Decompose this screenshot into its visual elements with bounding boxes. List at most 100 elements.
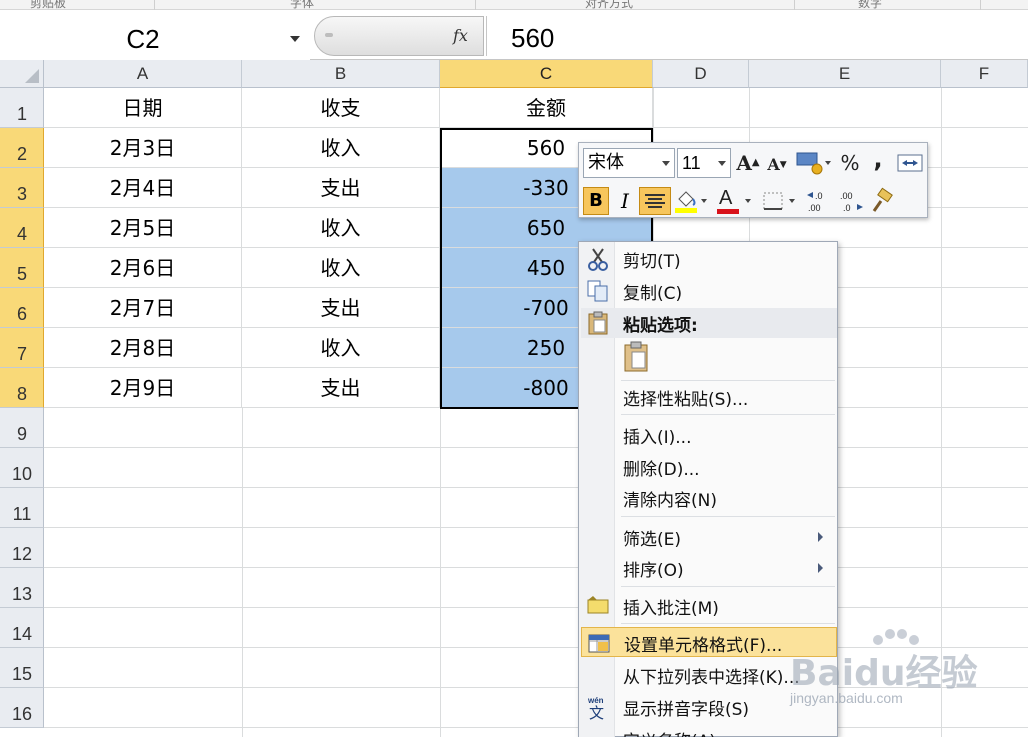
cell-b3[interactable]: 支出 <box>242 168 440 208</box>
submenu-arrow-icon <box>818 532 823 542</box>
menu-item-show-phonetic[interactable]: wén 文 显示拼音字段(S) <box>581 692 837 722</box>
row-header-10[interactable]: 10 <box>0 448 44 488</box>
paste-option-button[interactable] <box>619 340 655 376</box>
menu-item-label: 复制(C) <box>623 284 683 304</box>
shrink-arrow-icon: ▼ <box>779 160 787 170</box>
row-header-11[interactable]: 11 <box>0 488 44 528</box>
row-header-16[interactable]: 16 <box>0 688 44 728</box>
row-header-7[interactable]: 7 <box>0 328 44 368</box>
cell-a4[interactable]: 2月5日 <box>44 208 242 248</box>
percent-style-button[interactable]: % <box>839 149 861 177</box>
insert-function-icon[interactable]: fx <box>453 26 468 45</box>
column-header-f[interactable]: F <box>941 60 1028 88</box>
name-box-dropdown-icon[interactable] <box>290 36 300 42</box>
cell-a3[interactable]: 2月4日 <box>44 168 242 208</box>
font-size-select[interactable]: 11 <box>677 148 731 178</box>
menu-item-paste-special[interactable]: 选择性粘贴(S)... <box>581 382 837 412</box>
cell-a6[interactable]: 2月7日 <box>44 288 242 328</box>
cell-a2[interactable]: 2月3日 <box>44 128 242 168</box>
format-painter-icon <box>872 187 893 212</box>
menu-item-insert[interactable]: 插入(I)... <box>581 420 837 450</box>
column-header-a[interactable]: A <box>44 60 242 88</box>
accounting-format-icon <box>796 152 831 175</box>
borders-icon <box>763 192 795 210</box>
row-header-13[interactable]: 13 <box>0 568 44 608</box>
format-painter-button[interactable] <box>869 187 895 215</box>
menu-item-filter[interactable]: 筛选(E) <box>581 522 837 552</box>
menu-item-define-name[interactable]: 定义名称(A)... <box>581 724 837 737</box>
menu-item-label: 插入批注(M) <box>623 599 719 619</box>
menu-item-copy[interactable]: 复制(C) <box>581 276 837 306</box>
row-header-14[interactable]: 14 <box>0 608 44 648</box>
menu-item-format-cells[interactable]: 设置单元格格式(F)... <box>581 627 837 657</box>
cell-b1[interactable]: 收支 <box>242 88 440 128</box>
menu-item-clear-contents[interactable]: 清除内容(N) <box>581 483 837 513</box>
row-header-12[interactable]: 12 <box>0 528 44 568</box>
shrink-font-button[interactable]: A▼ <box>765 151 789 179</box>
menu-item-label: 清除内容(N) <box>623 491 717 511</box>
svg-text:.00: .00 <box>808 203 821 213</box>
menu-item-label: 设置单元格格式(F)... <box>624 636 783 656</box>
cell-a1[interactable]: 日期 <box>44 88 242 128</box>
scissors-icon <box>588 248 608 271</box>
merge-center-icon <box>897 154 923 172</box>
column-header-d[interactable]: D <box>653 60 749 88</box>
menu-item-cut[interactable]: 剪切(T) <box>581 244 837 274</box>
cell-b2[interactable]: 收入 <box>242 128 440 168</box>
formula-bar-controls: fx <box>314 16 484 56</box>
formula-input[interactable]: 560 <box>486 16 1028 56</box>
bold-button[interactable]: B <box>583 187 609 215</box>
merge-center-button[interactable] <box>897 152 923 174</box>
row-header-9[interactable]: 9 <box>0 408 44 448</box>
svg-text:文: 文 <box>589 704 604 720</box>
font-color-button[interactable]: A <box>715 187 755 215</box>
decrease-decimal-button[interactable]: .00 .0 <box>837 187 867 215</box>
formula-bar: C2 fx 560 <box>0 10 1028 60</box>
cell-b5[interactable]: 收入 <box>242 248 440 288</box>
cell-b7[interactable]: 收入 <box>242 328 440 368</box>
borders-button[interactable] <box>761 187 801 215</box>
accounting-format-button[interactable] <box>795 149 835 177</box>
italic-button[interactable]: I <box>613 187 637 215</box>
column-header-c[interactable]: C <box>440 60 653 88</box>
clipboard-icon <box>624 341 648 372</box>
cell-b6[interactable]: 支出 <box>242 288 440 328</box>
cell-a8[interactable]: 2月9日 <box>44 368 242 408</box>
menu-item-delete[interactable]: 删除(D)... <box>581 452 837 482</box>
menu-item-insert-comment[interactable]: 插入批注(M) <box>581 591 837 621</box>
cell-b4[interactable]: 收入 <box>242 208 440 248</box>
grow-font-button[interactable]: A▲ <box>735 149 761 177</box>
ribbon-separator <box>154 0 155 10</box>
paint-bucket-icon <box>675 191 707 213</box>
ribbon-separator <box>475 0 476 10</box>
svg-text:.0: .0 <box>843 203 851 213</box>
menu-separator <box>621 623 835 624</box>
cell-c1[interactable]: 金额 <box>440 88 653 128</box>
select-all-button[interactable] <box>0 60 44 88</box>
font-name-select[interactable]: 宋体 <box>583 148 675 178</box>
row-header-15[interactable]: 15 <box>0 648 44 688</box>
cell-a5[interactable]: 2月6日 <box>44 248 242 288</box>
resize-handle-icon[interactable] <box>325 33 333 37</box>
svg-text:.00: .00 <box>840 191 853 201</box>
menu-item-label: 筛选(E) <box>623 530 682 550</box>
row-header-4[interactable]: 4 <box>0 208 44 248</box>
ribbon-separator <box>794 0 795 10</box>
menu-item-sort[interactable]: 排序(O) <box>581 553 837 583</box>
row-header-6[interactable]: 6 <box>0 288 44 328</box>
comma-style-button[interactable]: , <box>871 145 885 173</box>
fill-color-button[interactable] <box>673 187 711 215</box>
cell-b8[interactable]: 支出 <box>242 368 440 408</box>
cell-a7[interactable]: 2月8日 <box>44 328 242 368</box>
row-header-5[interactable]: 5 <box>0 248 44 288</box>
increase-decimal-button[interactable]: .0 .00 <box>805 187 835 215</box>
center-align-button[interactable] <box>639 187 671 215</box>
row-header-1[interactable]: 1 <box>0 88 44 128</box>
column-header-e[interactable]: E <box>749 60 941 88</box>
row-header-8[interactable]: 8 <box>0 368 44 408</box>
row-header-2[interactable]: 2 <box>0 128 44 168</box>
name-box[interactable]: C2 <box>0 16 310 60</box>
row-header-3[interactable]: 3 <box>0 168 44 208</box>
column-header-b[interactable]: B <box>242 60 440 88</box>
menu-item-pick-from-list[interactable]: 从下拉列表中选择(K)... <box>581 660 837 690</box>
